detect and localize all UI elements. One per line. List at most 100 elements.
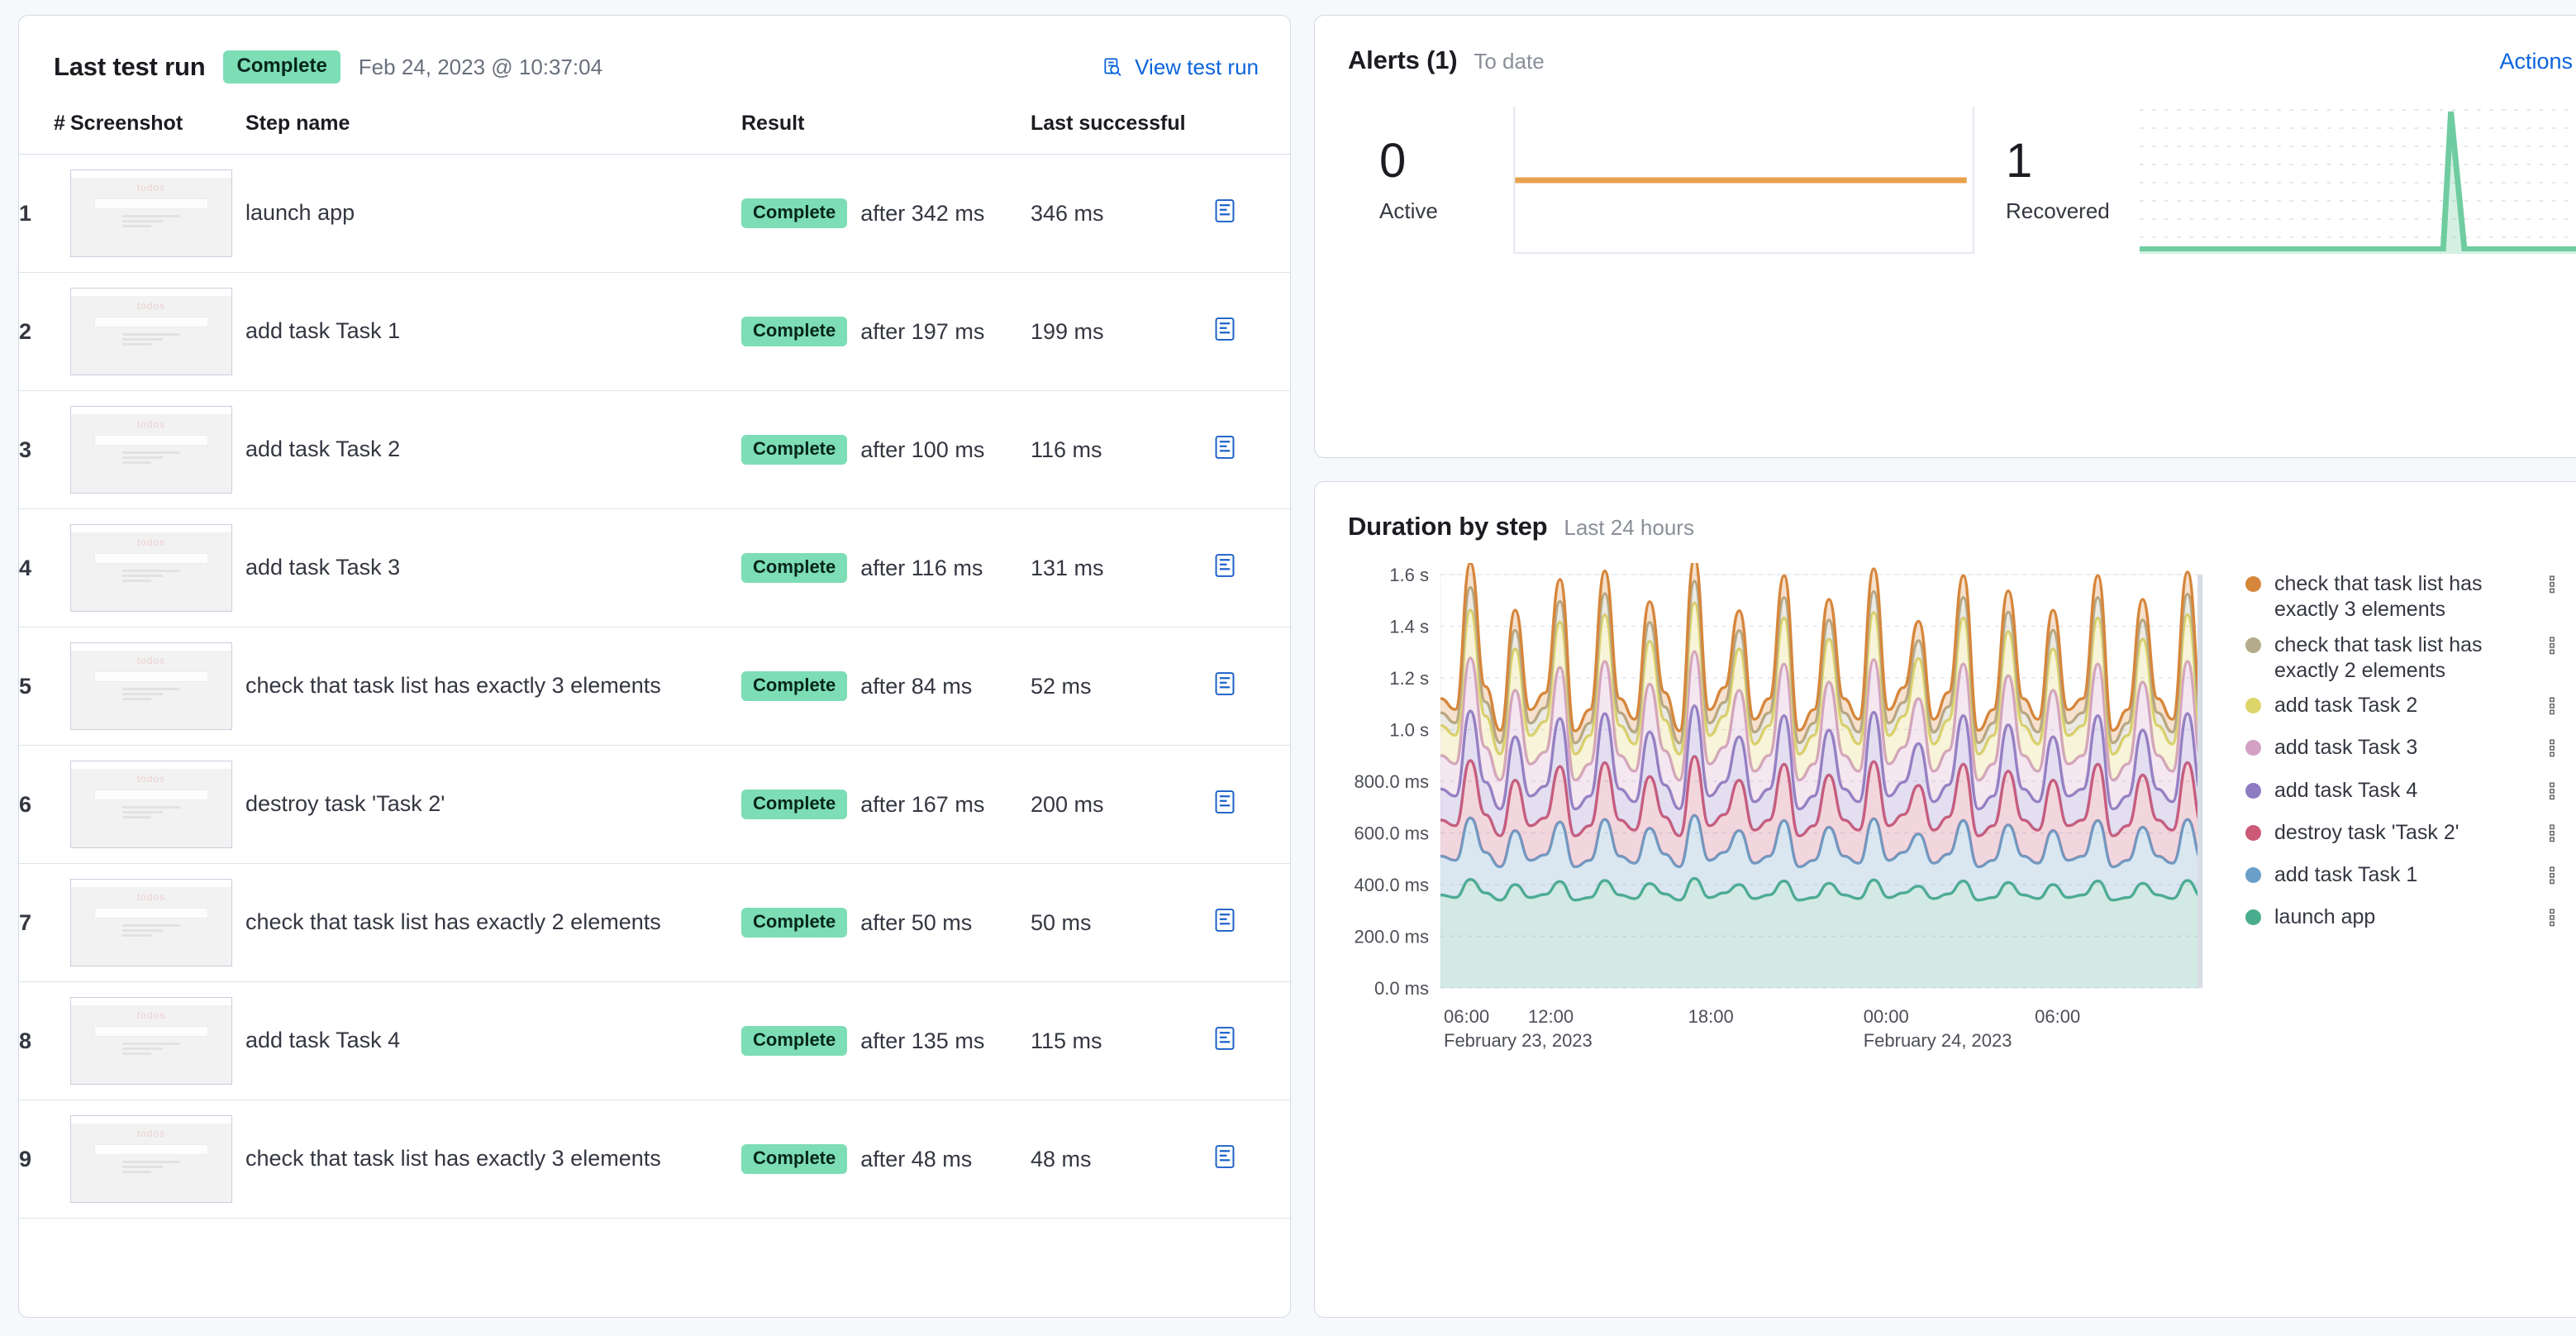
duration-title: Duration by step <box>1348 512 1548 541</box>
document-log-icon[interactable] <box>1212 198 1237 230</box>
screenshot-thumbnail[interactable]: todos <box>70 761 232 848</box>
table-row[interactable]: 5 todos check that task list has exactly 3… <box>19 627 1290 746</box>
legend-item[interactable]: check that task list has exactly 3 eleme… <box>2245 571 2576 623</box>
row-screenshot-cell[interactable]: todos <box>70 272 245 391</box>
table-row[interactable]: 4 todos add task Task 3 Complete after 116 m… <box>19 508 1290 627</box>
legend-item[interactable]: add task Task 1 <box>2245 862 2576 895</box>
row-last-successful: 346 ms <box>1031 154 1212 273</box>
row-last-successful: 131 ms <box>1031 508 1212 627</box>
row-result: Complete after 50 ms <box>741 863 1031 982</box>
duration-chart[interactable]: 1.6 s 1.4 s 1.2 s 1.0 s 800.0 ms 600.0 ms 400.… <box>1348 556 2224 1057</box>
thumb-lines <box>122 688 180 703</box>
row-actions[interactable] <box>1212 508 1290 627</box>
legend-label: check that task list has exactly 2 eleme… <box>2274 632 2483 682</box>
row-number: 3 <box>19 390 70 509</box>
column-header-screenshot: Screenshot <box>70 90 245 155</box>
document-log-icon[interactable] <box>1212 316 1237 348</box>
duration-area-chart: 1.6 s 1.4 s 1.2 s 1.0 s 800.0 ms 600.0 ms 400.… <box>1355 556 2204 999</box>
legend-item[interactable]: check that task list has exactly 2 eleme… <box>2245 632 2576 685</box>
table-row[interactable]: 6 todos destroy task 'Task 2' Complete after… <box>19 745 1290 864</box>
column-header-result: Result <box>741 90 1031 155</box>
table-row[interactable]: 7 todos check that task list has exactly 2… <box>19 863 1290 982</box>
result-badge: Complete <box>741 553 848 583</box>
row-actions[interactable] <box>1212 981 1290 1100</box>
recovered-sparkline <box>2140 107 2576 254</box>
table-row[interactable]: 9 todos check that task list has exactly 3… <box>19 1100 1290 1219</box>
row-actions[interactable] <box>1212 863 1290 982</box>
legend-item[interactable]: destroy task 'Task 2' <box>2245 820 2576 853</box>
row-step-name: check that task list has exactly 2 eleme… <box>245 863 741 982</box>
legend-item[interactable]: add task Task 3 <box>2245 735 2576 768</box>
y-axis-tick-label: 800.0 ms <box>1355 771 1430 792</box>
y-axis-tick-label: 1.2 s <box>1389 668 1429 689</box>
thumb-title: todos <box>136 891 166 903</box>
row-screenshot-cell[interactable]: todos <box>70 390 245 509</box>
legend-options-icon[interactable] <box>2545 908 2564 938</box>
row-actions[interactable] <box>1212 745 1290 864</box>
table-row[interactable]: 2 todos add task Task 1 Complete after 197 m… <box>19 272 1290 391</box>
row-actions[interactable] <box>1212 1100 1290 1219</box>
x-tick-time: 12:00 <box>1528 1006 1574 1027</box>
document-log-icon[interactable] <box>1212 789 1237 821</box>
legend-item[interactable]: launch app <box>2245 904 2576 938</box>
table-row[interactable]: 1 todos launch app Complete after 342 ms 346 … <box>19 154 1290 273</box>
legend-options-icon[interactable] <box>2545 781 2564 811</box>
screenshot-thumbnail[interactable]: todos <box>70 997 232 1085</box>
row-actions[interactable] <box>1212 390 1290 509</box>
row-last-successful: 52 ms <box>1031 627 1212 746</box>
row-result: Complete after 197 ms <box>741 272 1031 391</box>
screenshot-thumbnail[interactable]: todos <box>70 879 232 966</box>
legend-label: destroy task 'Task 2' <box>2274 820 2459 844</box>
row-screenshot-cell[interactable]: todos <box>70 1100 245 1219</box>
document-log-icon[interactable] <box>1212 552 1237 584</box>
screenshot-thumbnail[interactable]: todos <box>70 1115 232 1203</box>
document-log-icon[interactable] <box>1212 670 1237 703</box>
thumb-line <box>122 570 180 572</box>
result-duration: after 100 ms <box>860 437 985 462</box>
thumb-input <box>94 790 208 800</box>
row-screenshot-cell[interactable]: todos <box>70 745 245 864</box>
document-log-icon[interactable] <box>1212 434 1237 466</box>
screenshot-thumbnail[interactable]: todos <box>70 642 232 730</box>
thumb-input <box>94 553 208 564</box>
row-screenshot-cell[interactable]: todos <box>70 863 245 982</box>
row-screenshot-cell[interactable]: todos <box>70 627 245 746</box>
row-actions[interactable] <box>1212 154 1290 273</box>
row-number: 7 <box>19 863 70 982</box>
row-step-name: check that task list has exactly 3 eleme… <box>245 1100 741 1219</box>
row-step-name: add task Task 1 <box>245 272 741 391</box>
legend-item[interactable]: add task Task 4 <box>2245 778 2576 811</box>
thumb-line <box>122 215 180 217</box>
screenshot-thumbnail[interactable]: todos <box>70 288 232 375</box>
alerts-actions-button[interactable]: Actions <box>2499 49 2576 74</box>
thumb-top-bar <box>71 998 231 1005</box>
thumb-title: todos <box>136 655 166 666</box>
document-log-icon[interactable] <box>1212 907 1237 939</box>
table-row[interactable]: 8 todos add task Task 4 Complete after 135 m… <box>19 981 1290 1100</box>
legend-options-icon[interactable] <box>2545 823 2564 853</box>
result-badge: Complete <box>741 1026 848 1056</box>
legend-options-icon[interactable] <box>2545 866 2564 895</box>
document-log-icon[interactable] <box>1212 1143 1237 1176</box>
row-screenshot-cell[interactable]: todos <box>70 508 245 627</box>
thumb-line <box>122 929 163 932</box>
row-actions[interactable] <box>1212 272 1290 391</box>
legend-options-icon[interactable] <box>2545 696 2564 726</box>
screenshot-thumbnail[interactable]: todos <box>70 524 232 612</box>
table-row[interactable]: 3 todos add task Task 2 Complete after 100 m… <box>19 390 1290 509</box>
view-test-run-link[interactable]: View test run <box>1102 55 1259 80</box>
legend-options-icon[interactable] <box>2545 575 2564 604</box>
screenshot-thumbnail[interactable]: todos <box>70 169 232 257</box>
legend-options-icon[interactable] <box>2545 636 2564 666</box>
legend-options-icon[interactable] <box>2545 738 2564 768</box>
page-title: Last test run <box>54 52 206 81</box>
screenshot-thumbnail[interactable]: todos <box>70 406 232 494</box>
legend-item[interactable]: add task Task 2 <box>2245 693 2576 726</box>
x-axis-tick: 06:00 <box>2035 1005 2080 1029</box>
row-actions[interactable] <box>1212 627 1290 746</box>
row-screenshot-cell[interactable]: todos <box>70 154 245 273</box>
row-last-successful: 116 ms <box>1031 390 1212 509</box>
steps-table: # Screenshot Step name Result Last succe… <box>19 90 1290 1219</box>
document-log-icon[interactable] <box>1212 1025 1237 1057</box>
row-screenshot-cell[interactable]: todos <box>70 981 245 1100</box>
